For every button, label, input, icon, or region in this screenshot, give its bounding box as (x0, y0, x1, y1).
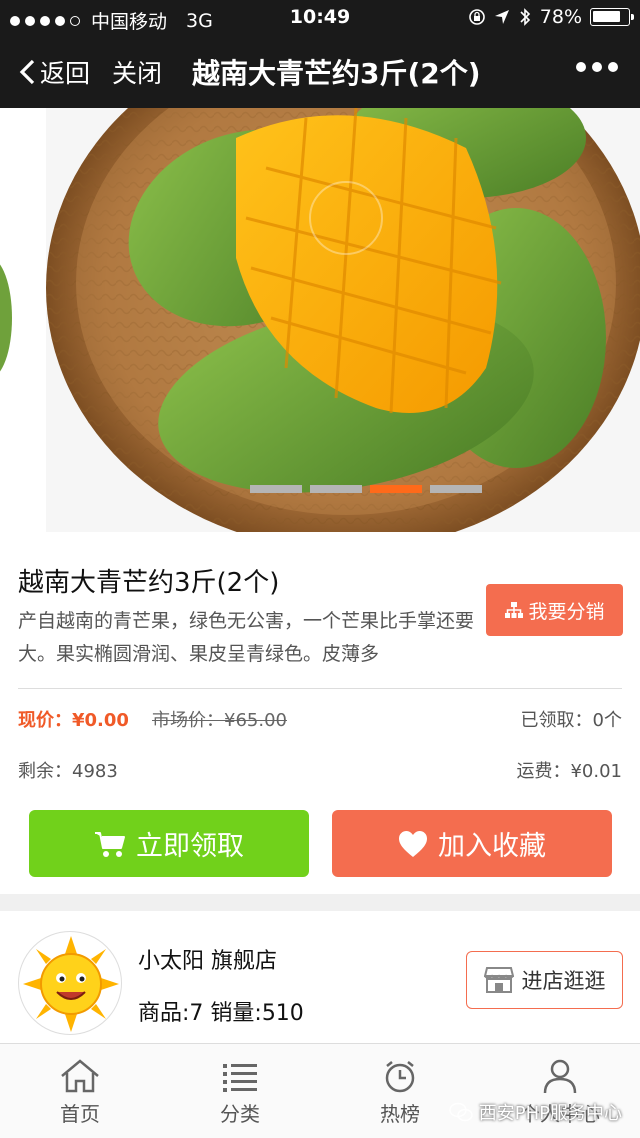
market-price: 市场价：¥65.00 (152, 710, 287, 731)
chevron-left-icon (19, 59, 35, 85)
visit-shop-label: 进店逛逛 (521, 969, 606, 993)
slide-dot[interactable] (430, 485, 482, 493)
status-bar: 中国移动 3G 10:49 78% (0, 0, 640, 36)
more-dot (608, 62, 618, 72)
slide-dot[interactable] (250, 485, 302, 493)
battery-icon (590, 8, 634, 26)
tab-home[interactable]: 首页 (30, 1058, 130, 1127)
claim-now-label: 立即领取 (136, 831, 244, 862)
share-distribute-label: 我要分销 (528, 600, 605, 623)
status-icons: 78% (468, 6, 634, 28)
slide-dot[interactable] (310, 485, 362, 493)
current-price: 现价：¥0.00 (18, 710, 129, 731)
shop-card: 小太阳 旗舰店 商品:7 销量:510 进店逛逛 (0, 911, 640, 1043)
back-button[interactable]: 返回 (18, 54, 90, 90)
product-description: 产自越南的青芒果，绿色无公害，一个芒果比手掌还要大。果实椭圆滑润、果皮呈青绿色。… (18, 610, 475, 665)
battery-fill (593, 11, 620, 22)
page-title: 越南大青芒约3斤(2个) (192, 57, 481, 90)
close-button[interactable]: 关闭 (112, 54, 162, 90)
visit-shop-button[interactable]: 进店逛逛 (466, 951, 623, 1009)
store-icon (483, 967, 514, 993)
divider (18, 688, 622, 689)
clock-icon (385, 1061, 415, 1093)
bluetooth-icon (520, 8, 530, 26)
mango-basket-image (46, 108, 640, 532)
heart-icon (399, 830, 427, 857)
wechat-icon (449, 1102, 473, 1122)
tab-category[interactable]: 分类 (190, 1058, 290, 1127)
slide-dot[interactable] (370, 485, 422, 493)
watermark: 西安PHP服务中心 (449, 1099, 622, 1125)
shop-avatar[interactable] (18, 931, 122, 1035)
share-distribute-button[interactable]: 我要分销 (486, 584, 623, 636)
rotation-lock-icon (468, 9, 485, 25)
sitemap-icon (505, 602, 524, 618)
top-bar: 中国移动 3G 10:49 78% 返回 关闭 越南大青芒约3斤(2个) (0, 0, 640, 108)
more-dot (576, 62, 586, 72)
previous-slide-peek (0, 108, 46, 532)
more-dot (592, 62, 602, 72)
user-icon (543, 1059, 577, 1094)
location-icon (494, 10, 509, 24)
claimed-count: 已领取：0个 (520, 710, 622, 731)
remaining-stock: 剩余：4983 (18, 761, 118, 782)
add-favorite-button[interactable]: 加入收藏 (332, 810, 612, 877)
product-info: 越南大青芒约3斤(2个) 产自越南的青芒果，绿色无公害，一个芒果比手掌还要大。果… (0, 532, 640, 894)
tab-label: 首页 (60, 1102, 100, 1126)
tab-label: 热榜 (380, 1102, 420, 1126)
product-image (46, 108, 640, 532)
add-favorite-label: 加入收藏 (438, 831, 546, 862)
tab-hot[interactable]: 热榜 (350, 1058, 450, 1127)
product-gallery[interactable] (0, 108, 640, 532)
shop-stats: 商品:7 销量:510 (138, 1001, 304, 1026)
tab-label: 分类 (220, 1102, 260, 1126)
back-label: 返回 (40, 59, 91, 88)
product-title: 越南大青芒约3斤(2个) (18, 568, 280, 598)
home-icon (61, 1059, 99, 1093)
battery-percent: 78% (539, 6, 582, 28)
cart-icon (95, 831, 125, 857)
slide-indicator (250, 485, 482, 493)
sun-mascot-icon (23, 936, 119, 1032)
list-icon (223, 1064, 257, 1092)
more-button[interactable] (576, 62, 618, 72)
freight-cost: 运费：¥0.01 (516, 761, 622, 782)
watermark-text: 西安PHP服务中心 (478, 1103, 622, 1124)
nav-bar: 返回 关闭 越南大青芒约3斤(2个) (0, 38, 640, 108)
claim-now-button[interactable]: 立即领取 (29, 810, 309, 877)
shop-name: 小太阳 旗舰店 (138, 949, 277, 974)
